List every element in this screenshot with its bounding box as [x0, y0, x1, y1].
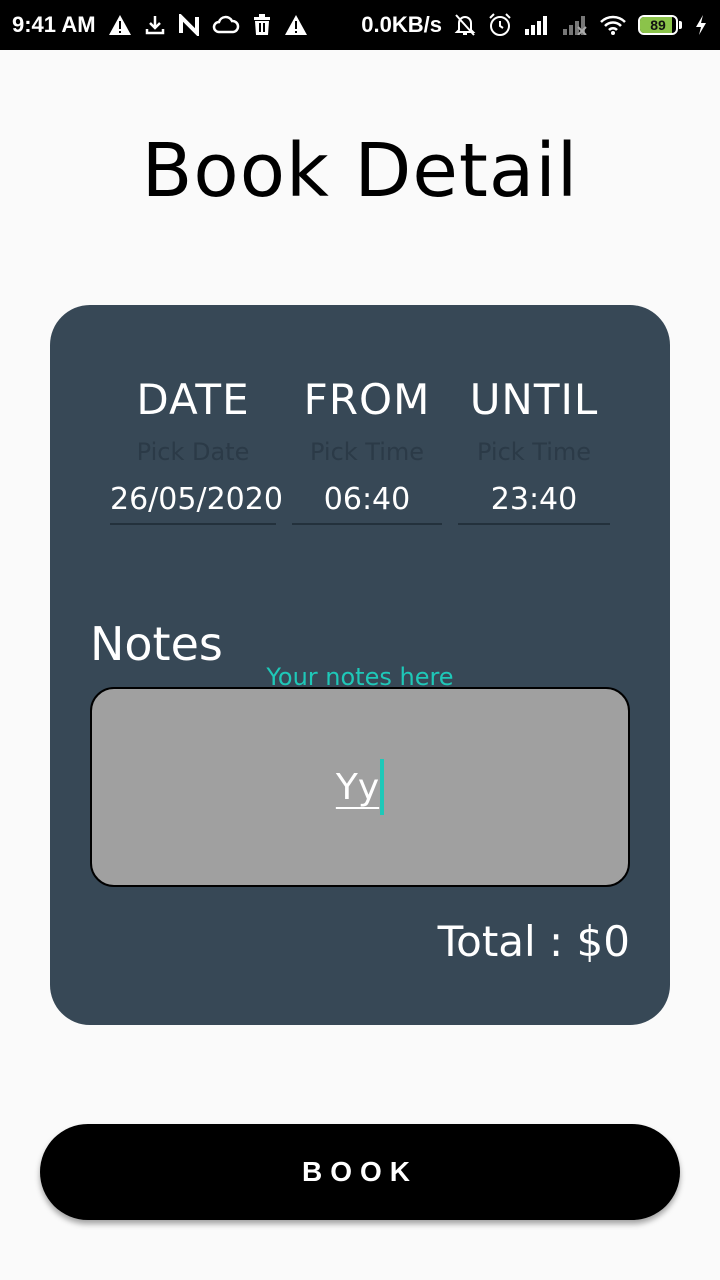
- date-field[interactable]: 26/05/2020: [110, 482, 283, 525]
- from-label: FROM: [303, 375, 431, 424]
- download-icon: [144, 14, 166, 36]
- date-label: DATE: [136, 375, 250, 424]
- trash-icon: [252, 14, 272, 36]
- until-label: UNTIL: [469, 375, 599, 424]
- booking-card: DATE Pick Date 26/05/2020 FROM Pick Time…: [50, 305, 670, 1025]
- warning-icon: [284, 14, 308, 36]
- notes-text: Yy: [335, 766, 380, 808]
- status-time: 9:41 AM: [12, 12, 96, 37]
- date-hint: Pick Date: [136, 438, 250, 466]
- n-app-icon: [178, 14, 200, 36]
- until-time-field[interactable]: 23:40: [458, 482, 610, 525]
- from-hint: Pick Time: [309, 438, 425, 466]
- text-caret: [380, 759, 385, 815]
- signal-icon: [524, 15, 550, 35]
- page-title: Book Detail: [141, 128, 579, 214]
- until-column: UNTIL Pick Time 23:40: [458, 375, 610, 525]
- from-column: FROM Pick Time 06:40: [292, 375, 442, 525]
- warning-icon: [108, 14, 132, 36]
- cloud-icon: [212, 14, 240, 36]
- status-bar-right: 0.0KB/s 89: [361, 12, 708, 38]
- signal-off-icon: [562, 15, 588, 35]
- charging-icon: [694, 14, 708, 36]
- notes-input[interactable]: Yy: [90, 687, 630, 887]
- until-hint: Pick Time: [476, 438, 592, 466]
- status-bar: 9:41 AM 0.0KB/s 89: [0, 0, 720, 50]
- from-time-field[interactable]: 06:40: [292, 482, 442, 525]
- battery-level: 89: [650, 17, 666, 33]
- network-speed: 0.0KB/s: [361, 12, 442, 37]
- bell-off-icon: [454, 13, 476, 37]
- status-bar-left: 9:41 AM: [12, 12, 308, 38]
- book-button[interactable]: BOOK: [40, 1124, 680, 1220]
- alarm-icon: [488, 13, 512, 37]
- battery-icon: 89: [638, 15, 682, 35]
- total-amount: Total : $0: [437, 917, 630, 966]
- date-column: DATE Pick Date 26/05/2020: [110, 375, 283, 525]
- wifi-icon: [600, 15, 626, 35]
